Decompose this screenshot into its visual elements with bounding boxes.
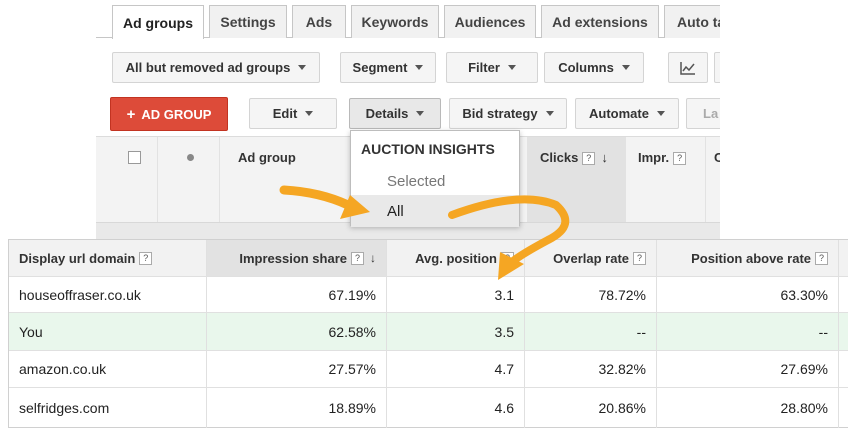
- arrow-to-all-option: [279, 185, 370, 219]
- annotation-arrows: [279, 185, 570, 280]
- arrow-to-avg-position: [448, 195, 570, 280]
